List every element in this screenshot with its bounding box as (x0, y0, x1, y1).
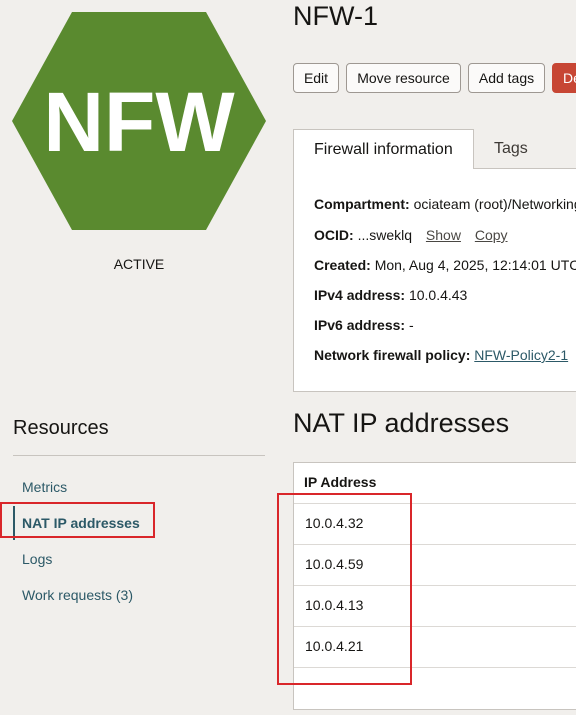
sidebar-item-metrics[interactable]: Metrics (22, 479, 67, 495)
nfw-logo: NFW (12, 12, 266, 230)
info-ocid: OCID: ...sweklq Show Copy (314, 227, 508, 243)
highlight-box-nav (0, 502, 155, 538)
tab-firewall-information[interactable]: Firewall information (293, 129, 474, 169)
resources-heading: Resources (13, 417, 109, 439)
tab-tags[interactable]: Tags (494, 129, 528, 169)
policy-link[interactable]: NFW-Policy2-1 (474, 347, 568, 363)
delete-button[interactable]: De (552, 63, 576, 93)
highlight-box-table (277, 493, 412, 685)
status-badge: ACTIVE (113, 256, 165, 272)
nat-section-title: NAT IP addresses (293, 408, 510, 438)
sidebar-item-work-requests[interactable]: Work requests (3) (22, 587, 133, 603)
ocid-show-link[interactable]: Show (426, 227, 461, 243)
info-ipv6: IPv6 address: - (314, 317, 414, 333)
sidebar-item-logs[interactable]: Logs (22, 551, 52, 567)
info-created: Created: Mon, Aug 4, 2025, 12:14:01 UTC (314, 257, 576, 273)
add-tags-button[interactable]: Add tags (468, 63, 545, 93)
info-compartment: Compartment: ociateam (root)/Networking (314, 196, 576, 212)
info-policy: Network firewall policy: NFW-Policy2-1 (314, 347, 569, 363)
edit-button[interactable]: Edit (293, 63, 339, 93)
page-title: NFW-1 (293, 1, 378, 31)
resources-divider (13, 455, 265, 456)
ocid-copy-link[interactable]: Copy (475, 227, 508, 243)
move-resource-button[interactable]: Move resource (346, 63, 461, 93)
logo-text: NFW (43, 75, 235, 169)
info-ipv4: IPv4 address: 10.0.4.43 (314, 287, 468, 303)
column-header-ip-address: IP Address (304, 474, 377, 490)
